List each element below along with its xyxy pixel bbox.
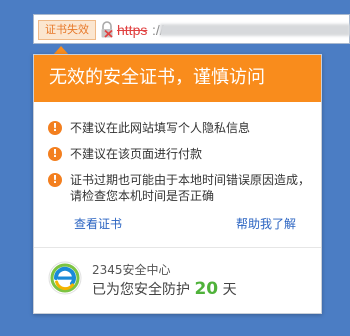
warning-text: 不建议在此网站填写个人隐私信息 — [70, 121, 251, 135]
warning-item: ! 证书过期也可能由于本地时间错误原因造成，请检查您本机时间是否正确 — [48, 172, 313, 204]
alert-icon: ! — [48, 173, 62, 187]
warning-item: ! 不建议在该页面进行付款 — [48, 146, 313, 162]
help-me-understand-link[interactable]: 帮助我了解 — [236, 216, 296, 232]
2345-security-logo-icon — [48, 261, 82, 295]
divider — [34, 247, 321, 248]
alert-icon: ! — [48, 147, 62, 161]
protection-days: 20 — [194, 279, 219, 299]
cert-invalid-badge[interactable]: 证书失效 — [38, 20, 96, 40]
alert-icon: ! — [48, 121, 62, 135]
product-name: 2345安全中心 — [92, 263, 171, 277]
popup-header: 无效的安全证书，谨慎访问 — [34, 55, 321, 102]
warning-text: 证书过期也可能由于本地时间错误原因造成，请检查您本机时间是否正确 — [70, 173, 311, 203]
warning-list: ! 不建议在此网站填写个人隐私信息 ! 不建议在该页面进行付款 ! 证书过期也可… — [48, 120, 313, 204]
warning-item: ! 不建议在此网站填写个人隐私信息 — [48, 120, 313, 136]
protection-status: 已为您安全防护 20 天 — [92, 280, 237, 299]
url-scheme[interactable]: https — [117, 20, 147, 40]
protection-prefix: 已为您安全防护 — [92, 282, 190, 298]
warning-text: 不建议在该页面进行付款 — [70, 147, 203, 161]
url-redacted[interactable] — [160, 24, 350, 36]
broken-lock-icon[interactable] — [99, 21, 115, 39]
cert-warning-popup: 无效的安全证书，谨慎访问 ! 不建议在此网站填写个人隐私信息 ! 不建议在该页面… — [33, 54, 322, 314]
protection-suffix: 天 — [222, 282, 237, 298]
view-certificate-link[interactable]: 查看证书 — [74, 216, 122, 232]
address-bar[interactable]: 证书失效 https :// — [33, 14, 350, 44]
popup-title: 无效的安全证书，谨慎访问 — [49, 67, 265, 88]
